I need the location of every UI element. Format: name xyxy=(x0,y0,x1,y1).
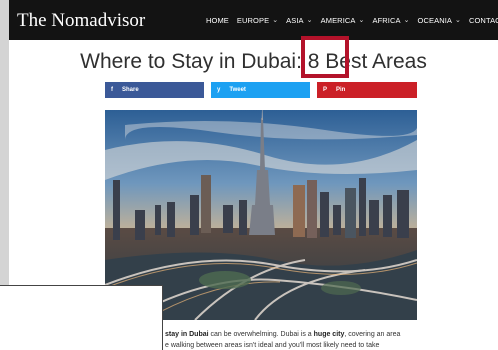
nav-label: OCEANIA xyxy=(417,15,453,25)
nav-label: AFRICA xyxy=(372,15,401,25)
site-logo[interactable]: The Nomadvisor xyxy=(17,10,145,32)
chevron-down-icon: ⌄ xyxy=(306,17,313,24)
twitter-share-label: Tweet xyxy=(229,87,246,93)
pinterest-share-label: Pin xyxy=(336,87,346,93)
chevron-down-icon: ⌄ xyxy=(272,17,279,24)
intro-bold-huge-city: huge city xyxy=(313,331,345,338)
overlay-panel xyxy=(0,285,163,350)
article-title: Where to Stay in Dubai: 8 Best Areas xyxy=(80,50,427,73)
intro-text-b: , covering an area xyxy=(344,331,401,338)
intro-text-a: can be overwhelming. Dubai is a xyxy=(208,331,314,338)
twitter-share-button[interactable]: y Tweet xyxy=(211,82,310,98)
chevron-down-icon: ⌄ xyxy=(358,17,365,24)
nav-item-africa[interactable]: AFRICA ⌄ xyxy=(372,16,409,25)
chevron-down-icon: ⌄ xyxy=(455,17,461,24)
nav-item-contact[interactable]: CONTACT xyxy=(469,16,498,25)
facebook-icon: f xyxy=(111,87,113,93)
intro-paragraph-line1: stay in Dubai can be overwhelming. Dubai… xyxy=(165,329,465,341)
nav-label: ASIA xyxy=(286,15,304,25)
nav-item-oceania[interactable]: OCEANIA ⌄ xyxy=(418,16,461,25)
nav-item-america[interactable]: AMERICA ⌄ xyxy=(321,16,365,25)
pinterest-share-button[interactable]: P Pin xyxy=(317,82,417,98)
nav-label: CONTACT xyxy=(468,15,498,25)
nav-item-home[interactable]: HOME xyxy=(206,16,229,25)
main-nav: HOME EUROPE ⌄ ASIA ⌄ AMERICA ⌄ AFRICA ⌄ OCEANIA ⌄ C… xyxy=(206,0,498,40)
nav-label: AMERICA xyxy=(320,15,356,25)
nav-label: EUROPE xyxy=(236,15,270,25)
top-navbar: The Nomadvisor HOME EUROPE ⌄ ASIA ⌄ AMERICA ⌄ A… xyxy=(9,0,498,40)
twitter-icon: y xyxy=(217,87,221,93)
facebook-share-label: Share xyxy=(122,87,139,93)
nav-item-asia[interactable]: ASIA ⌄ xyxy=(286,16,312,25)
nav-label: HOME xyxy=(206,15,229,25)
intro-paragraph-line2: e walking between areas isn't ideal and … xyxy=(165,342,380,349)
highlight-annotation-box xyxy=(301,36,349,78)
pinterest-icon: P xyxy=(323,87,328,93)
nav-item-europe[interactable]: EUROPE ⌄ xyxy=(237,16,278,25)
facebook-share-button[interactable]: f Share xyxy=(105,82,204,98)
intro-bold-stay: stay in Dubai xyxy=(165,331,209,338)
chevron-down-icon: ⌄ xyxy=(403,17,410,24)
